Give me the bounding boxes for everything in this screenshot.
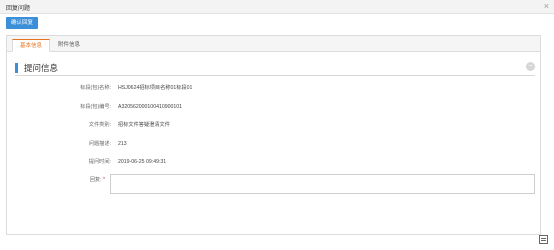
tab-attachments[interactable]: 附件信息 — [51, 39, 87, 51]
export-icon[interactable] — [539, 235, 548, 244]
answer-label: 回复: — [89, 177, 102, 183]
field-label-ask-time: 提问时间: — [88, 159, 111, 165]
dialog-titlebar: 回复问题 × — [0, 0, 554, 14]
content-panel: 基本信息 附件信息 提问信息 − 标段(包)名称: HSJ0624招标项目名称0… — [6, 35, 541, 235]
field-value-ask-time: 2019-06-25 09:49:31 — [118, 159, 167, 165]
field-value-package-name: HSJ0624招标项目名称01标段01 — [118, 85, 193, 91]
field-value-question: 213 — [118, 141, 127, 147]
tab-basic-info[interactable]: 基本信息 — [12, 39, 51, 52]
field-value-package-code: A320562000100410900101 — [118, 104, 183, 110]
toolbar: 确认回复 — [0, 14, 554, 32]
collapse-icon[interactable]: − — [526, 62, 535, 71]
answer-textarea[interactable] — [110, 174, 535, 194]
required-mark: * — [102, 177, 105, 183]
field-label-package-name: 标段(包)名称: — [80, 85, 111, 91]
section-header: 提问信息 − — [15, 62, 535, 76]
field-value-file-category: 招标文件答疑澄清文件 — [118, 122, 170, 128]
field-label-question: 问题描述: — [88, 141, 111, 147]
close-icon[interactable]: × — [544, 1, 549, 11]
answer-label-wrap: 回复: * — [41, 175, 105, 185]
field-label-file-category: 文件类别: — [88, 122, 111, 128]
section-title: 提问信息 — [24, 63, 59, 73]
field-label-package-code: 标段(包)编号: — [80, 104, 111, 110]
confirm-reply-button[interactable]: 确认回复 — [6, 17, 38, 29]
dialog-title: 回复问题 — [6, 6, 31, 12]
section-accent-bar — [15, 63, 18, 73]
tab-bar: 基本信息 附件信息 — [7, 36, 540, 52]
